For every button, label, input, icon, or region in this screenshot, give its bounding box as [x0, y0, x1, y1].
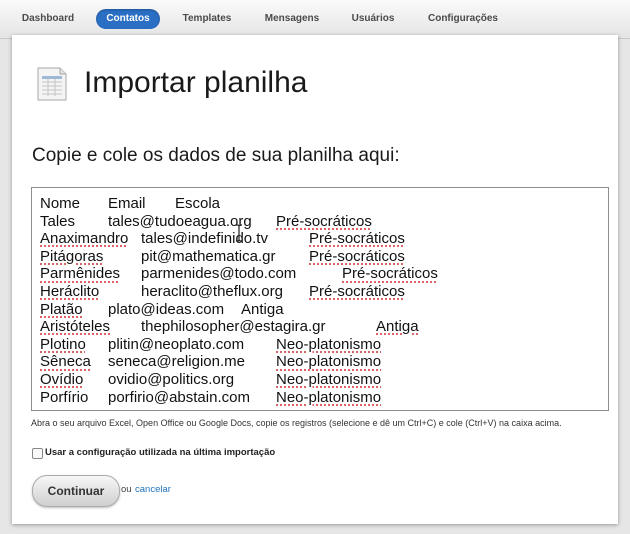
page-subtitle: Copie e cole os dados de sua planilha aq…: [32, 145, 400, 166]
cell-escola: Escola: [175, 195, 221, 212]
cell-nome: Parmênides: [40, 265, 121, 283]
data-row: Parmênides parmenides@todo.com Pré-socráti…: [40, 265, 608, 283]
cell-escola: Neo-platonismo: [276, 353, 382, 371]
spreadsheet-icon: [33, 66, 69, 102]
nav-usuarios[interactable]: Usuários: [344, 9, 402, 29]
cell-nome: Ovídio: [40, 370, 84, 388]
cell-escola: Pré-socráticos: [309, 230, 405, 248]
cell-escola: Antiga: [241, 300, 284, 318]
text-cursor-icon: [234, 224, 244, 242]
or-text: ou: [121, 484, 132, 495]
cell-nome: Aristóteles: [40, 318, 111, 336]
reuse-config-label[interactable]: Usar a configuração utilizada na última …: [45, 446, 275, 460]
cell-nome: Sêneca: [40, 353, 91, 371]
cell-nome: Platão: [40, 300, 83, 318]
cell-escola: Antiga: [376, 318, 419, 336]
data-row: Aristóteles thephilosopher@estagira.gr Ant…: [40, 318, 608, 336]
cell-escola: Neo-platonismo: [276, 370, 382, 388]
continue-button[interactable]: Continuar: [32, 475, 120, 507]
cell-email: ovidio@politics.org: [108, 370, 235, 388]
paste-textarea[interactable]: Nome Email Escola Tales tales@tudoeagua.org…: [31, 187, 609, 411]
cell-email: heraclito@theflux.org: [141, 282, 283, 300]
cell-nome: Plotino: [40, 335, 86, 353]
page-title: Importar planilha: [84, 66, 308, 99]
data-row: Anaximandro tales@indefinido.tv Pré-socrát…: [40, 230, 608, 248]
nav-dashboard[interactable]: Dashboard: [14, 9, 82, 29]
cancel-link[interactable]: cancelar: [135, 484, 171, 495]
data-row: Porfírio porfirio@abstain.com Neo-platonis…: [40, 389, 608, 407]
data-row: Heráclito heraclito@theflux.org Pré-socrát…: [40, 283, 608, 301]
cell-escola: Pré-socráticos: [276, 212, 372, 230]
data-row: Plotino plitin@neoplato.com Neo-platonismo: [40, 336, 608, 354]
data-row: Sêneca seneca@religion.me Neo-platonismo: [40, 353, 608, 371]
nav-configuracoes[interactable]: Configurações: [420, 9, 506, 29]
cell-escola: Neo-platonismo: [276, 388, 382, 406]
data-row: Pitágoras pit@mathematica.gr Pré-socrático…: [40, 248, 608, 266]
cell-nome: Anaximandro: [40, 230, 129, 248]
cell-email: porfirio@abstain.com: [108, 388, 250, 406]
cell-escola: Pré-socráticos: [342, 265, 438, 283]
cell-email: Email: [108, 195, 146, 212]
cell-escola: Pré-socráticos: [309, 282, 405, 300]
cell-email: tales@indefinido.tv: [141, 230, 268, 248]
reuse-config-checkbox[interactable]: [32, 448, 43, 459]
cell-nome: Porfírio: [40, 388, 89, 406]
data-row: Nome Email Escola: [40, 195, 608, 213]
cell-email: tales@tudoeagua.org: [108, 212, 252, 230]
import-card: Importar planilha Copie e cole os dados …: [12, 35, 618, 524]
cell-email: pit@mathematica.gr: [141, 247, 276, 265]
cell-nome: Heráclito: [40, 282, 100, 300]
top-nav: Dashboard Contatos Templates Mensagens U…: [0, 0, 630, 39]
nav-contatos[interactable]: Contatos: [96, 9, 160, 29]
cell-email: plitin@neoplato.com: [108, 335, 245, 353]
data-row: Platão plato@ideas.com Antiga: [40, 301, 608, 319]
cell-email: seneca@religion.me: [108, 353, 245, 371]
data-row: Ovídio ovidio@politics.org Neo-platonismo: [40, 371, 608, 389]
cell-escola: Neo-platonismo: [276, 335, 382, 353]
cell-nome: Pitágoras: [40, 247, 104, 265]
nav-mensagens[interactable]: Mensagens: [257, 9, 327, 29]
cell-nome: Tales: [40, 212, 76, 230]
cell-email: plato@ideas.com: [108, 300, 225, 318]
cell-escola: Pré-socráticos: [309, 247, 405, 265]
nav-templates[interactable]: Templates: [174, 9, 240, 29]
data-row: Tales tales@tudoeagua.org Pré-socráticos: [40, 213, 608, 231]
cell-email: parmenides@todo.com: [141, 265, 297, 283]
help-text: Abra o seu arquivo Excel, Open Office ou…: [31, 418, 562, 428]
cell-nome: Nome: [40, 195, 81, 212]
cell-email: thephilosopher@estagira.gr: [141, 318, 326, 336]
